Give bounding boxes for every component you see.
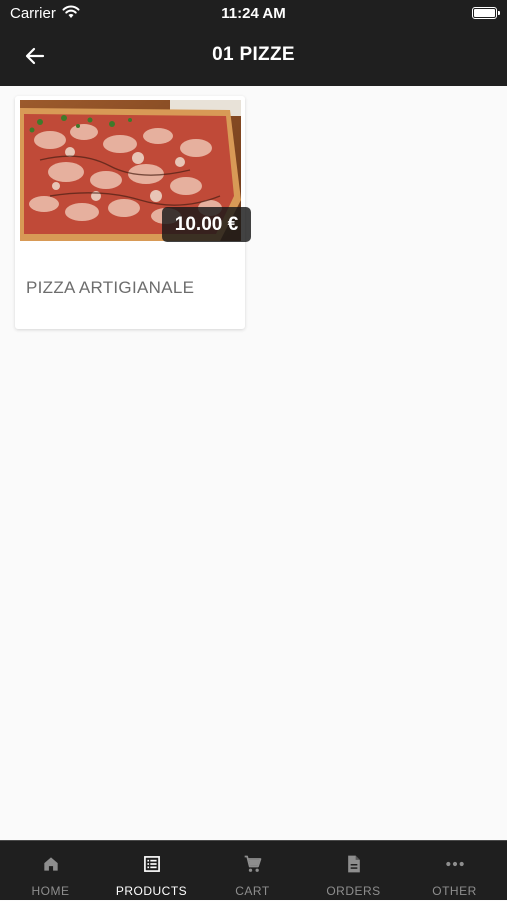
tab-other[interactable]: OTHER [404, 841, 505, 901]
more-icon [445, 861, 464, 867]
product-name: PIZZA ARTIGIANALE [26, 278, 195, 297]
tab-cart-label: CART [235, 884, 270, 898]
tab-other-label: OTHER [432, 884, 477, 898]
cart-icon [244, 855, 261, 872]
list-icon [143, 856, 160, 872]
page-title: 01 PIZZE [212, 44, 295, 65]
status-bar: Carrier 11:24 AM [0, 0, 507, 28]
tab-home-label: HOME [31, 884, 70, 898]
tab-products[interactable]: PRODUCTS [101, 841, 202, 901]
tab-orders[interactable]: ORDERS [303, 841, 404, 901]
tab-home[interactable]: HOME [0, 841, 101, 901]
tab-orders-label: ORDERS [326, 884, 381, 898]
tab-cart[interactable]: CART [202, 841, 303, 901]
home-icon [43, 857, 58, 871]
tab-bar: HOME PRODUCTS CART ORDERS OTHER [0, 840, 507, 900]
tab-products-label: PRODUCTS [115, 884, 188, 898]
price-badge: 10.00 € [162, 207, 251, 242]
top-bar: Carrier 11:24 AM 01 PIZZE [0, 0, 507, 86]
battery-icon [472, 7, 500, 19]
clock: 11:24 AM [221, 5, 286, 22]
document-icon [347, 855, 360, 873]
